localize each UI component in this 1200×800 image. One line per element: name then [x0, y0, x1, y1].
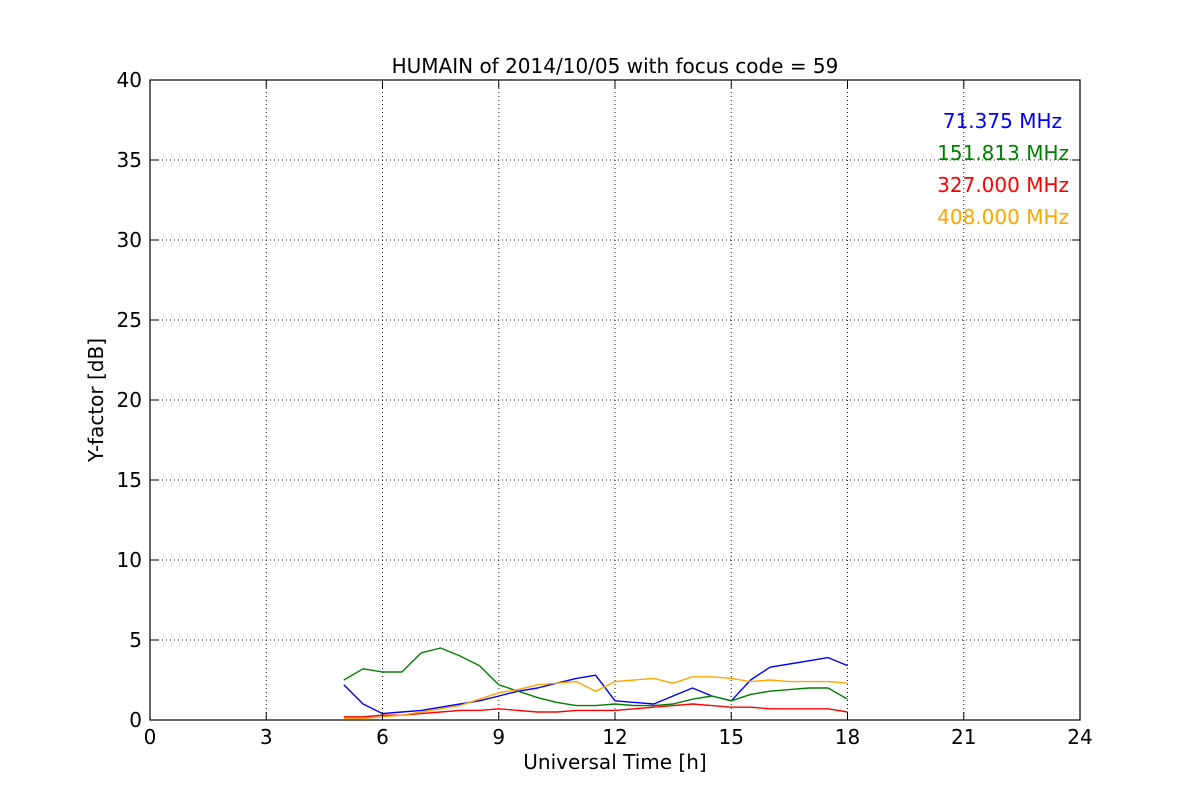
series-line-4: [343, 676, 848, 720]
x-tick-label: 15: [719, 725, 744, 749]
x-tick-label: 24: [1067, 725, 1092, 749]
y-tick-label: 15: [117, 468, 142, 492]
y-tick-labels: 0 5 10 15 20 25 30 35 40: [117, 68, 142, 732]
y-tick-label: 0: [129, 708, 142, 732]
x-tick-label: 9: [492, 725, 505, 749]
y-tick-label: 30: [117, 228, 142, 252]
x-tick-labels: 0 3 6 9 12 15 18 21 24: [144, 725, 1093, 749]
x-tick-label: 21: [951, 725, 976, 749]
x-axis-label: Universal Time [h]: [523, 750, 706, 774]
x-tick-label: 18: [835, 725, 860, 749]
y-tick-label: 5: [129, 628, 142, 652]
series-group: [343, 647, 848, 720]
y-tick-label: 35: [117, 148, 142, 172]
y-tick-label: 25: [117, 308, 142, 332]
legend-entry-1: 71.375 MHz: [943, 109, 1062, 133]
x-tick-label: 12: [602, 725, 627, 749]
y-tick-label: 20: [117, 388, 142, 412]
chart-title: HUMAIN of 2014/10/05 with focus code = 5…: [392, 54, 839, 78]
legend-entry-2: 151.813 MHz: [937, 141, 1069, 165]
y-axis-label: Y-factor [dB]: [84, 338, 108, 463]
legend: 71.375 MHz 151.813 MHz 327.000 MHz 408.000 …: [937, 109, 1069, 229]
y-tick-label: 10: [117, 548, 142, 572]
x-tick-label: 6: [376, 725, 389, 749]
chart: HUMAIN of 2014/10/05 with focus code = 5…: [84, 54, 1093, 774]
y-tick-label: 40: [117, 68, 142, 92]
legend-entry-4: 408.000 MHz: [937, 205, 1069, 229]
x-tick-label: 3: [260, 725, 273, 749]
series-line-2: [343, 647, 848, 707]
x-tick-label: 0: [144, 725, 157, 749]
legend-entry-3: 327.000 MHz: [937, 173, 1069, 197]
